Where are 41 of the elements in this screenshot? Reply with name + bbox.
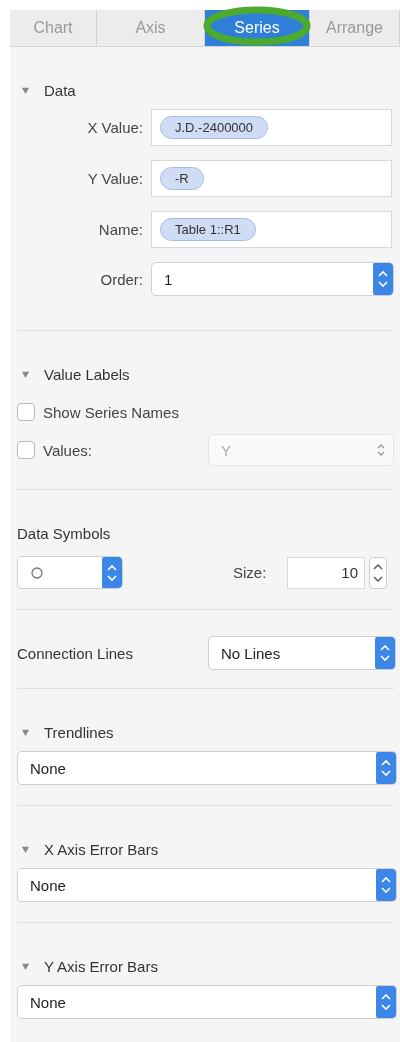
field-label: Order: <box>99 270 144 288</box>
stepper-arrows-icon[interactable] <box>102 557 122 588</box>
stepper-arrows-icon[interactable] <box>375 637 395 669</box>
checkbox-label: Show Series Names <box>43 403 179 421</box>
stepper-arrows-icon[interactable] <box>376 869 396 901</box>
checkbox[interactable] <box>17 403 35 421</box>
input-field[interactable]: Table 1::R1 <box>151 211 392 248</box>
stepper[interactable] <box>369 556 387 589</box>
field-label: X Value: <box>86 119 144 136</box>
order-select[interactable]: 1 <box>151 262 394 296</box>
section-title: Trendlines <box>44 723 114 741</box>
disclosure-triangle-icon[interactable] <box>21 727 30 737</box>
input-field[interactable]: J.D.-2400000 <box>151 109 392 146</box>
connection-lines-select[interactable]: No Lines <box>208 636 396 670</box>
size-field[interactable]: 10 <box>287 556 365 589</box>
disclosure-triangle-icon[interactable] <box>21 844 30 854</box>
stepper-arrows-icon[interactable] <box>376 986 396 1018</box>
section-title: Y Axis Error Bars <box>44 957 158 975</box>
token[interactable]: J.D.-2400000 <box>160 116 269 139</box>
token[interactable]: Table 1::R1 <box>160 218 256 241</box>
dropdown-select[interactable]: None <box>17 985 397 1019</box>
dropdown-select[interactable]: None <box>17 751 397 785</box>
stepper-arrows-icon[interactable] <box>376 752 396 784</box>
disclosure-triangle-icon[interactable] <box>21 85 30 95</box>
checkbox-label: Values: <box>43 441 93 459</box>
field-label: Size: <box>233 564 268 581</box>
section-title: Data Symbols <box>17 524 111 542</box>
section-title: Value Labels <box>44 365 130 383</box>
token[interactable]: -R <box>160 167 204 190</box>
section-title: Data <box>44 81 76 99</box>
disclosure-triangle-icon[interactable] <box>21 961 30 971</box>
section-title: Connection Lines <box>17 644 133 662</box>
input-field[interactable]: -R <box>151 160 392 197</box>
disclosure-triangle-icon[interactable] <box>21 369 30 379</box>
section-title: X Axis Error Bars <box>44 840 159 858</box>
circle-symbol-icon <box>30 565 44 580</box>
field-label: Y Value: <box>86 170 144 187</box>
stepper-arrows-icon[interactable] <box>373 263 393 295</box>
dropdown-select[interactable]: None <box>17 868 397 902</box>
symbol-select[interactable] <box>17 556 123 589</box>
field-label: Name: <box>97 221 144 238</box>
